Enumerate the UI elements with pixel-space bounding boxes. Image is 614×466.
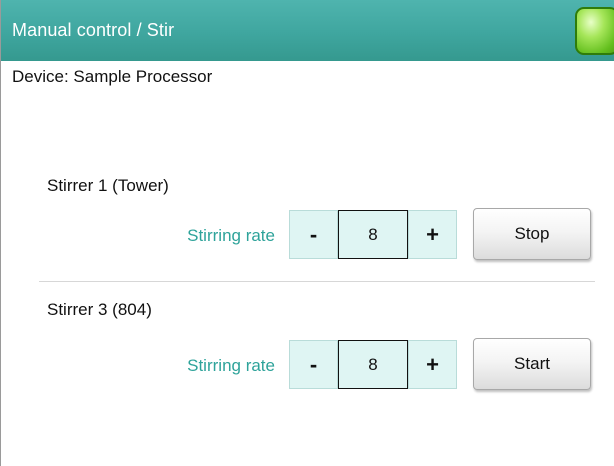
stirrer-1-rate-value-text: 8 xyxy=(368,224,378,244)
stirrer-1-stop-label: Stop xyxy=(514,224,550,243)
stirrer-3-decrement-button[interactable]: - xyxy=(289,340,338,389)
stirrer-1-title: Stirrer 1 (Tower) xyxy=(47,176,169,195)
plus-icon: + xyxy=(426,221,439,247)
stirrer-3-increment-button[interactable]: + xyxy=(408,340,457,389)
page-title: Manual control / Stir xyxy=(12,20,175,40)
title-bar: Manual control / Stir xyxy=(1,0,614,61)
stirrer-1-decrement-button[interactable]: - xyxy=(289,210,338,259)
stirrer-3-rate-label: Stirring rate xyxy=(187,356,275,375)
plus-icon: + xyxy=(426,351,439,377)
stirrer-3-rate-value-text: 8 xyxy=(368,354,378,374)
stirrer-3-rate-value[interactable]: 8 xyxy=(338,340,408,389)
stirrer-1-rate-value[interactable]: 8 xyxy=(338,210,408,259)
status-led-icon[interactable] xyxy=(575,7,614,55)
stirrer-1-stop-button[interactable]: Stop xyxy=(473,208,591,260)
manual-control-screen: Manual control / Stir Device: Sample Pro… xyxy=(0,0,614,466)
stirrer-3-start-label: Start xyxy=(514,354,550,373)
minus-icon: - xyxy=(309,221,318,247)
stirrer-3-title: Stirrer 3 (804) xyxy=(47,300,152,319)
stirrer-1-rate-label: Stirring rate xyxy=(187,226,275,245)
stirrer-3-start-button[interactable]: Start xyxy=(473,338,591,390)
stirrer-1-increment-button[interactable]: + xyxy=(408,210,457,259)
minus-icon: - xyxy=(309,351,318,377)
section-divider xyxy=(39,281,595,282)
device-label: Device: Sample Processor xyxy=(12,67,213,86)
